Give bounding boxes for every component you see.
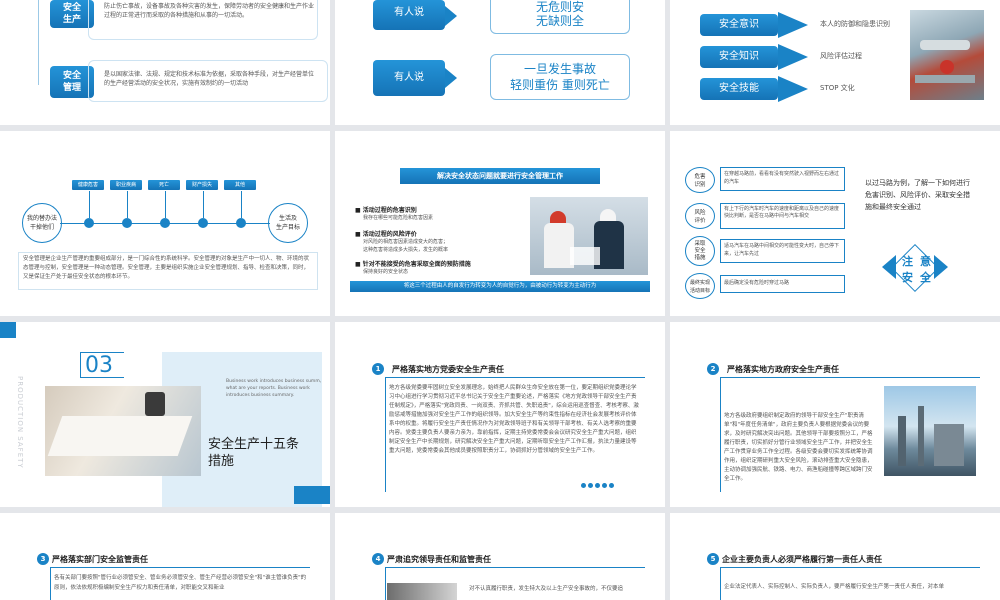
item-body: 地方各级政府要组织制定政府的领导干部安全生产"职责清单"和"年度任务清单"，政府… bbox=[724, 413, 873, 482]
footer-banner: 将这三个过程由人的自发行为转变为人的自觉行为，由被动行为转变为主动行为 bbox=[350, 281, 650, 292]
bullet-1-sub: 我存在哪些可能危险和危害因素 bbox=[363, 215, 434, 221]
item-number-badge: 2 bbox=[707, 363, 719, 375]
item-title: 严格落实地方政府安全生产责任 bbox=[727, 365, 839, 374]
item-safety-awareness: 安全意识 bbox=[700, 14, 778, 36]
section-number: 03 bbox=[85, 353, 113, 378]
slide-2-quotes[interactable]: 有人说 无危则安 无缺则全 有人说 一旦发生事故 轻则重伤 重则死亡 bbox=[335, 0, 665, 125]
slide-11-leadership-accountability[interactable]: 4 严肃追究领导责任和监管责任 对不认真履行职责，发生特大及以上生产安全事故的，… bbox=[335, 513, 665, 600]
bullet-1: ■ 活动过程的危害识别 我存在哪些可能危险和危害因素 bbox=[355, 205, 545, 222]
slide-6-crossing-road[interactable]: 危害 识别 在穿越马路前，看看有没有突然驶入视野而左右通过的汽车 风险 评价 有… bbox=[670, 131, 1000, 316]
industrial-plant-photo bbox=[884, 386, 976, 476]
slide-4-management-process[interactable]: 健康危害 职业疾病 死亡 财产损失 其他 我的替办法 干掉他们 生活及 生产目标… bbox=[0, 131, 330, 316]
slide-5-management-work[interactable]: 解决安全状态问题就要进行安全管理工作 ■ 活动过程的危害识别 我存在哪些可能危险… bbox=[335, 131, 665, 316]
item-safety-skills: 安全技能 bbox=[700, 78, 778, 100]
management-description: 安全管理是企业生产管理的重要组成部分，是一门综合性的系统科学。安全管理的对象是生… bbox=[18, 252, 318, 290]
slide-9-government-responsibility[interactable]: 2 严格落实地方政府安全生产责任 地方各级政府要组织制定政府的领导干部安全生产"… bbox=[670, 322, 1000, 507]
item-body: 地方各级党委要牢固树立安全发展理念，始终把人民群众生命安全放在第一位，要定期组织… bbox=[389, 385, 639, 454]
quote-1-line-2: 无缺则全 bbox=[535, 14, 584, 28]
slide-3-safety-awareness[interactable]: 安全意识 本人的防御和隐患识别 安全知识 风险评估过程 安全技能 STOP 文化 bbox=[670, 0, 1000, 125]
item-title: 严肃追究领导责任和监管责任 bbox=[387, 555, 491, 564]
vertical-label: PRODUCTION SAFETY bbox=[16, 376, 24, 469]
pagination-dots bbox=[581, 473, 614, 492]
item-body: 对不认真履行职责，发生特大及以上生产安全事故的，不仅要追 bbox=[469, 586, 624, 592]
bottom-accent bbox=[294, 486, 330, 504]
tag-death: 死亡 bbox=[148, 180, 180, 190]
tag-other: 其他 bbox=[224, 180, 256, 190]
industrial-pipes-photo bbox=[910, 10, 984, 100]
tag-goal: 最终实现 活动目标 bbox=[685, 273, 715, 299]
slide-12-enterprise-responsibility[interactable]: 5 企业主要负责人必须严格履行第一责任人责任 企业法定代表人、实际控制人、实际负… bbox=[670, 513, 1000, 600]
bullet-3: ■ 针对不能接受的危害采取全面的预防措施 保持良好的安全状态 bbox=[355, 259, 545, 276]
slide-8-party-responsibility[interactable]: 1 严格落实地方党委安全生产责任 地方各级党委要牢固树立安全发展理念，始终把人民… bbox=[335, 322, 665, 507]
tag-safety-measures: 采取 安全 措施 bbox=[685, 236, 715, 266]
bullet-2-sub: 对风险的相危害因素造成变大的危害； 这种危害将造成多大损失，发生的概率 bbox=[363, 239, 449, 253]
item-body: 各有关部门要按照"管行业必须管安全、管业务必须管安全、管生产经营必须管安全"和"… bbox=[54, 575, 307, 591]
arrow-right-icon bbox=[778, 44, 808, 70]
engineers-photo bbox=[530, 197, 648, 275]
slide-7-section-03[interactable]: PRODUCTION SAFETY 03 Business work intro… bbox=[0, 322, 330, 507]
text-goal: 最后确定没有危险时穿过马路 bbox=[720, 275, 845, 293]
left-circle: 我的替办法 干掉他们 bbox=[22, 203, 62, 243]
text-measures: 适马汽车在马路中间相交的可能性变大时，自己停下来，让汽车先过 bbox=[720, 239, 845, 263]
slide-10-department-responsibility[interactable]: 3 严格落实部门安全监管责任 各有关部门要按照"管行业必须管安全、管业务必须管安… bbox=[0, 513, 330, 600]
arrow-right-icon bbox=[778, 12, 808, 38]
document-photo bbox=[45, 386, 201, 476]
bullet-1-title: 活动过程的危害识别 bbox=[362, 207, 417, 214]
quote-2-line-2: 轻则重伤 重则死亡 bbox=[510, 78, 610, 92]
item-number-badge: 1 bbox=[372, 363, 384, 375]
char-zhu: 注 bbox=[902, 255, 913, 268]
char-quan: 全 bbox=[920, 271, 931, 284]
char-an: 安 bbox=[902, 271, 913, 284]
banner: 解决安全状态问题就要进行安全管理工作 bbox=[400, 168, 600, 184]
section-title-line-1: 安全生产十五条 bbox=[208, 437, 300, 452]
item-title: 企业主要负责人必须严格履行第一责任人责任 bbox=[722, 555, 882, 564]
tag-hazard-identification: 危害 识别 bbox=[685, 167, 715, 193]
arrow-right-icon bbox=[445, 6, 457, 26]
slide-1-safety-definitions[interactable]: 安全 生产 防止伤亡事故，设备事故及各种灾害的发生，保障劳动者的安全健康和生产作… bbox=[0, 0, 330, 125]
quote-box-1: 无危则安 无缺则全 bbox=[490, 0, 630, 34]
tag-health-hazard: 健康危害 bbox=[72, 180, 104, 190]
someone-says-label-2: 有人说 bbox=[373, 60, 445, 96]
section-title: 安全生产十五条 措施 bbox=[208, 436, 299, 470]
someone-says-label-1: 有人说 bbox=[373, 0, 445, 30]
text-hazard: 在穿越马路前，看看有没有突然驶入视野而左右通过的汽车 bbox=[720, 167, 845, 191]
section-title-line-2: 措施 bbox=[208, 454, 235, 469]
diamond-left-arrow bbox=[882, 255, 896, 279]
tag-occupational-disease: 职业疾病 bbox=[110, 180, 142, 190]
item-safety-knowledge: 安全知识 bbox=[700, 46, 778, 68]
intro-text: 以过马路为例，了解一下如何进行危害识别、风险评价、采取安全措施和最终安全通过 bbox=[865, 179, 970, 211]
bullet-2: ■ 活动过程的风险评价 对风险的相危害因素造成变大的危害； 这种危害将造成多大损… bbox=[355, 229, 545, 254]
bullet-3-sub: 保持良好的安全状态 bbox=[363, 269, 409, 275]
item-title: 严格落实部门安全监管责任 bbox=[52, 555, 148, 564]
arrow-right-icon bbox=[778, 76, 808, 102]
diamond-right-arrow bbox=[934, 255, 948, 279]
meeting-photo bbox=[387, 583, 457, 600]
item-number-badge: 5 bbox=[707, 553, 719, 565]
tag-property-loss: 财产损失 bbox=[186, 180, 218, 190]
item-desc-awareness: 本人的防御和隐患识别 bbox=[820, 20, 890, 28]
text-risk: 有上下行的汽车时汽车的速度和距离以及自己的速度快比判断，是否在马路中间与汽车相交 bbox=[720, 203, 845, 229]
char-yi: 意 bbox=[920, 255, 931, 268]
right-circle: 生活及 生产目标 bbox=[268, 203, 308, 243]
safety-management-text: 是以国家法律、法规、规定和技术标准为依据，采取各种手段，对生产经营单位的生产经营… bbox=[104, 71, 315, 87]
arrow-right-icon bbox=[445, 68, 457, 88]
corner-accent bbox=[0, 322, 16, 338]
item-number-badge: 4 bbox=[372, 553, 384, 565]
quote-2-line-1: 一旦发生事故 bbox=[523, 62, 596, 76]
number-box: 03 bbox=[80, 352, 124, 378]
item-title: 严格落实地方党委安全生产责任 bbox=[392, 365, 504, 374]
item-body: 企业法定代表人、实际控制人、实际负责人，要严格履行安全生产第一责任人责任，对本单 bbox=[724, 584, 945, 590]
bullet-3-title: 针对不能接受的危害采取全面的预防措施 bbox=[362, 261, 471, 268]
item-number-badge: 3 bbox=[37, 553, 49, 565]
attention-diamond: 注 意 安 全 bbox=[880, 233, 950, 303]
safety-production-text: 防止伤亡事故，设备事故及各种灾害的发生，保障劳动者的安全健康和生产作业过程的正常… bbox=[104, 3, 315, 19]
tag-risk-assessment: 风险 评价 bbox=[685, 203, 715, 229]
item-desc-skills: STOP 文化 bbox=[820, 84, 855, 92]
bullet-2-title: 活动过程的风险评价 bbox=[362, 231, 417, 238]
quote-1-line-1: 无危则安 bbox=[535, 0, 584, 14]
quote-box-2: 一旦发生事故 轻则重伤 重则死亡 bbox=[490, 54, 630, 100]
section-en-text: Business work introduces business summ, … bbox=[226, 379, 322, 398]
item-desc-knowledge: 风险评估过程 bbox=[820, 52, 862, 60]
